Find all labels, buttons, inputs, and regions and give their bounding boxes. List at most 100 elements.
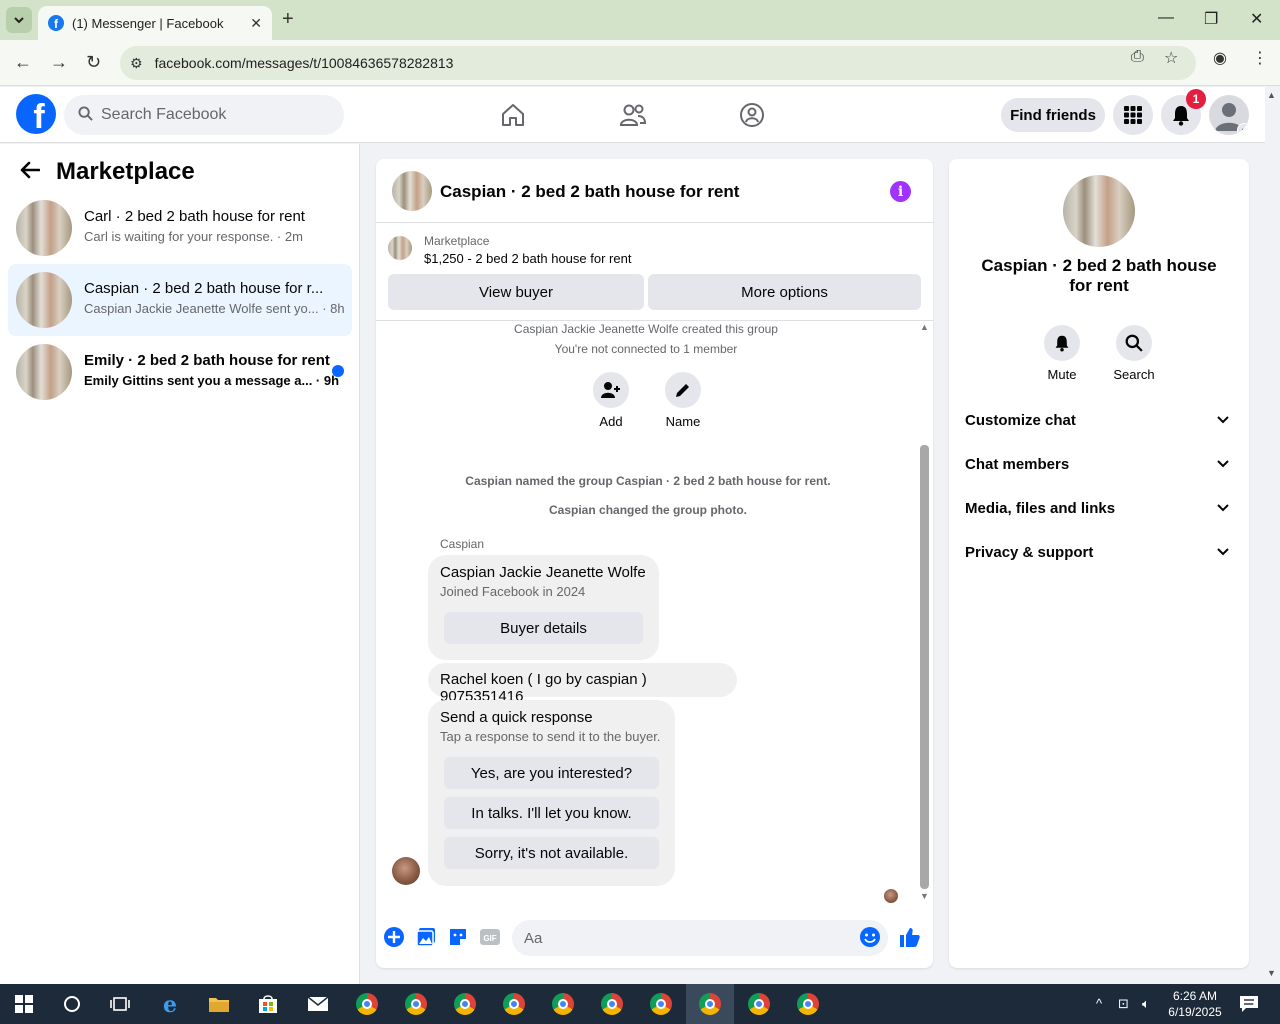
scrollbar-thumb[interactable] [920, 445, 929, 889]
chrome-profile-icon[interactable] [502, 992, 526, 1016]
groups-icon[interactable] [738, 101, 766, 129]
sender-avatar[interactable] [392, 857, 420, 885]
svg-text:GIF: GIF [483, 934, 496, 943]
quick-response-button[interactable]: Sorry, it's not available. [444, 837, 659, 869]
browser-toolbar: ← → ↻ ⚙ facebook.com/messages/t/10084636… [0, 40, 1280, 86]
minimize-icon[interactable]: — [1158, 9, 1174, 27]
forward-arrow-icon[interactable]: → [50, 52, 68, 73]
back-arrow-icon[interactable]: ← [14, 52, 32, 73]
thumbs-up-icon[interactable] [899, 926, 921, 948]
chat-title[interactable]: Caspian · 2 bed 2 bath house for rent [440, 182, 739, 202]
add-member-button[interactable]: Add [581, 372, 641, 429]
system-message: You're not connected to 1 member [554, 342, 738, 356]
section-privacy-support[interactable]: Privacy & support [965, 544, 1233, 568]
facebook-favicon-icon: f [48, 15, 64, 31]
message-input-box[interactable] [512, 920, 888, 956]
name-group-button[interactable]: Name [653, 372, 713, 429]
info-icon[interactable]: i [890, 181, 911, 202]
mute-label: Mute [1047, 367, 1077, 382]
section-label: Chat members [965, 456, 1070, 473]
scroll-down-icon[interactable]: ▼ [920, 891, 929, 901]
chat-avatar[interactable] [392, 171, 432, 211]
edge-icon[interactable]: e [158, 992, 182, 1016]
account-avatar[interactable]: ▾ [1209, 95, 1249, 135]
conversation-item-active[interactable]: Caspian · 2 bed 2 bath house for r... Ca… [8, 264, 352, 336]
notification-badge: 1 [1186, 89, 1206, 109]
chrome-profile-icon[interactable] [600, 992, 624, 1016]
plus-icon[interactable] [383, 926, 405, 948]
facebook-logo-icon[interactable]: f [16, 94, 56, 134]
conversation-item-unread[interactable]: Emily · 2 bed 2 bath house for rent Emil… [8, 336, 352, 408]
home-icon[interactable] [499, 101, 527, 129]
group-photo[interactable] [1063, 175, 1135, 247]
action-center-icon[interactable]: 1 [1237, 992, 1261, 1016]
url-text[interactable]: facebook.com/messages/t/1008463657828281… [155, 55, 454, 71]
find-friends-button[interactable]: Find friends [1001, 98, 1105, 132]
chrome-profile-icon-active[interactable] [698, 992, 722, 1016]
chrome-profile-icon[interactable] [404, 992, 428, 1016]
chrome-profile-icon[interactable] [796, 992, 820, 1016]
message-input[interactable] [524, 929, 844, 947]
section-customize-chat[interactable]: Customize chat [965, 412, 1233, 436]
bookmark-star-icon[interactable]: ☆ [1164, 48, 1178, 68]
scroll-up-icon[interactable]: ▲ [920, 322, 929, 332]
search-input[interactable] [101, 106, 321, 124]
buyer-card-joined: Joined Facebook in 2024 [440, 584, 586, 599]
emoji-icon[interactable] [859, 926, 881, 948]
listing-title[interactable]: $1,250 - 2 bed 2 bath house for rent [424, 251, 631, 266]
store-icon[interactable] [256, 992, 280, 1016]
mail-icon[interactable] [306, 992, 330, 1016]
more-options-button[interactable]: More options [648, 274, 921, 310]
profile-icon[interactable]: ◉ [1213, 48, 1227, 68]
buyer-details-button[interactable]: Buyer details [444, 612, 643, 644]
windows-start-icon[interactable] [12, 992, 36, 1016]
new-tab-icon[interactable]: + [282, 8, 294, 31]
cortana-search-icon[interactable] [60, 992, 84, 1016]
chrome-profile-icon[interactable] [747, 992, 771, 1016]
network-icon[interactable]: ⊡ [1118, 996, 1129, 1012]
tab-search-button[interactable] [6, 7, 32, 33]
account-chevron-icon: ▾ [1237, 123, 1249, 135]
browser-tab[interactable]: f (1) Messenger | Facebook ✕ [38, 6, 272, 40]
page-scroll-down-icon[interactable]: ▼ [1267, 968, 1276, 978]
task-view-icon[interactable] [108, 992, 132, 1016]
taskbar-clock[interactable]: 6:26 AM 6/19/2025 [1160, 988, 1230, 1020]
conversation-item[interactable]: Carl · 2 bed 2 bath house for rent Carl … [8, 192, 352, 264]
mute-button[interactable]: Mute [1032, 325, 1092, 382]
listing-thumbnail[interactable] [388, 236, 412, 260]
browser-menu-icon[interactable]: ⋮ [1252, 48, 1268, 68]
chrome-profile-icon[interactable] [551, 992, 575, 1016]
install-app-icon[interactable]: ⎙ [1131, 48, 1144, 66]
tab-close-icon[interactable]: ✕ [250, 15, 262, 32]
section-media-files-links[interactable]: Media, files and links [965, 500, 1233, 524]
volume-icon[interactable]: 🔈︎ [1142, 996, 1150, 1012]
page-scroll-up-icon[interactable]: ▲ [1267, 90, 1276, 100]
chrome-profile-icon[interactable] [649, 992, 673, 1016]
browser-tabstrip: f (1) Messenger | Facebook ✕ + — ❐ ✕ [0, 0, 1280, 40]
sender-name: Caspian [440, 537, 485, 551]
clock-date: 6/19/2025 [1168, 1005, 1222, 1019]
gif-icon[interactable]: GIF [479, 926, 501, 948]
facebook-header: f Find friends 1 ▾ [0, 87, 1265, 143]
facebook-search[interactable] [64, 95, 344, 135]
photo-icon[interactable] [415, 926, 437, 948]
view-buyer-button[interactable]: View buyer [388, 274, 644, 310]
chat-scrollbar[interactable]: ▲ ▼ [918, 322, 932, 902]
back-arrow-icon[interactable] [20, 159, 41, 185]
menu-grid-icon[interactable] [1113, 95, 1153, 135]
tray-chevron-up-icon[interactable]: ^ [1096, 996, 1102, 1011]
reload-icon[interactable]: ↻ [86, 52, 101, 73]
quick-response-button[interactable]: In talks. I'll let you know. [444, 797, 659, 829]
quick-response-button[interactable]: Yes, are you interested? [444, 757, 659, 789]
restore-icon[interactable]: ❐ [1204, 9, 1218, 29]
chrome-icon[interactable] [355, 992, 379, 1016]
file-explorer-icon[interactable] [207, 992, 231, 1016]
friends-icon[interactable] [619, 101, 647, 129]
chrome-profile-icon[interactable] [453, 992, 477, 1016]
search-in-chat-button[interactable]: Search [1104, 325, 1164, 382]
window-close-icon[interactable]: ✕ [1250, 9, 1263, 29]
sticker-icon[interactable] [447, 926, 469, 948]
site-settings-icon[interactable]: ⚙ [130, 55, 143, 72]
section-chat-members[interactable]: Chat members [965, 456, 1233, 480]
address-bar[interactable]: ⚙ facebook.com/messages/t/10084636578282… [120, 46, 1196, 80]
